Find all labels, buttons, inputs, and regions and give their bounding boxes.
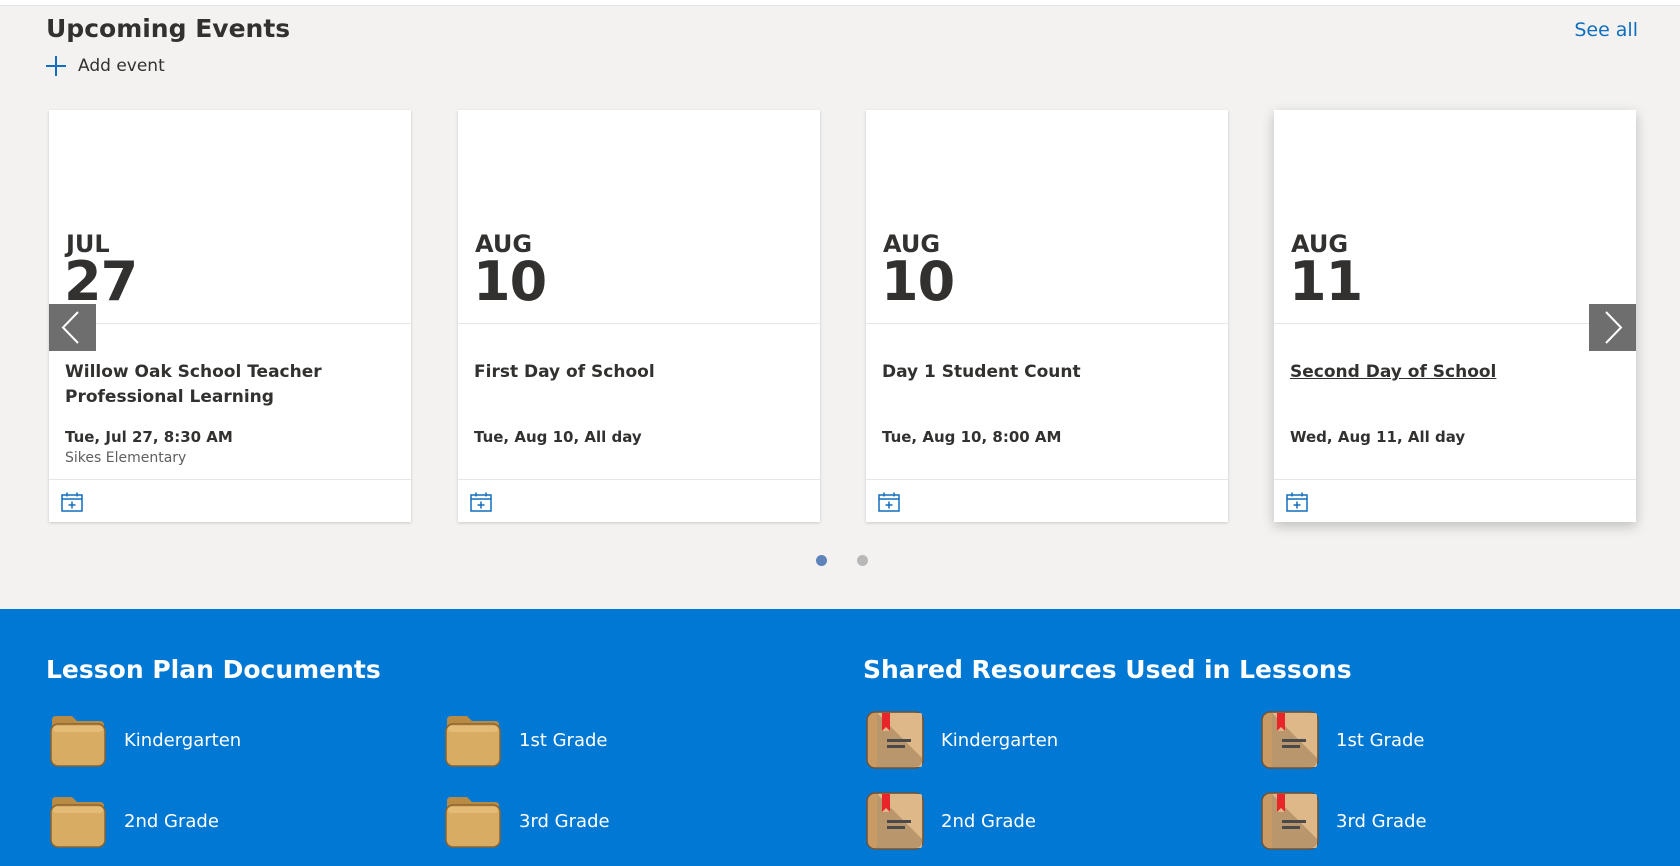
event-footer	[49, 480, 411, 522]
event-day: 11	[1289, 250, 1363, 313]
folder-tile[interactable]: 1st Grade	[443, 710, 608, 770]
lesson-docs-title: Lesson Plan Documents	[46, 655, 381, 684]
events-title: Upcoming Events	[46, 14, 291, 43]
event-card[interactable]: AUG 11 Second Day of School Wed, Aug 11,…	[1274, 110, 1636, 522]
carousel-pager	[0, 555, 1680, 569]
event-title[interactable]: Willow Oak School Teacher Professional L…	[65, 360, 394, 410]
carousel-next-button[interactable]	[1589, 304, 1636, 351]
folder-tile[interactable]: 3rd Grade	[443, 791, 610, 851]
event-time: Tue, Jul 27, 8:30 AM	[65, 428, 233, 446]
event-day: 10	[473, 250, 547, 313]
resource-tile[interactable]: 1st Grade	[1260, 710, 1425, 770]
plus-icon	[46, 56, 66, 76]
calendar-add-icon[interactable]	[61, 492, 83, 512]
event-footer	[1274, 480, 1636, 522]
resource-tile[interactable]: 3rd Grade	[1260, 791, 1427, 851]
event-time: Tue, Aug 10, 8:00 AM	[882, 428, 1062, 446]
folder-label: Kindergarten	[124, 729, 242, 751]
event-title[interactable]: First Day of School	[474, 360, 803, 385]
folder-icon	[50, 716, 106, 767]
event-card[interactable]: JUL 27 Willow Oak School Teacher Profess…	[49, 110, 411, 522]
event-footer	[866, 480, 1228, 522]
pager-dot-1[interactable]	[816, 555, 827, 566]
pager-dot-2[interactable]	[857, 555, 868, 566]
event-date: JUL 27	[49, 110, 411, 324]
chevron-right-icon	[1605, 311, 1623, 344]
folder-icon	[50, 797, 106, 848]
book-icon	[1261, 711, 1319, 769]
folder-icon	[445, 716, 501, 767]
folder-label: 2nd Grade	[124, 810, 219, 832]
see-all-link[interactable]: See all	[1574, 19, 1638, 41]
shared-resources-title: Shared Resources Used in Lessons	[863, 655, 1352, 684]
add-event-button[interactable]: Add event	[46, 56, 165, 76]
calendar-add-icon[interactable]	[878, 492, 900, 512]
event-title[interactable]: Day 1 Student Count	[882, 360, 1211, 385]
event-info: Willow Oak School Teacher Professional L…	[49, 324, 411, 480]
event-info: Second Day of School Wed, Aug 11, All da…	[1274, 324, 1636, 480]
chevron-left-icon	[61, 311, 79, 344]
folder-icon	[445, 797, 501, 848]
event-footer	[458, 480, 820, 522]
resource-label: 3rd Grade	[1336, 810, 1427, 832]
folder-label: 1st Grade	[519, 729, 608, 751]
folder-tile[interactable]: 2nd Grade	[48, 791, 219, 851]
event-info: Day 1 Student Count Tue, Aug 10, 8:00 AM	[866, 324, 1228, 480]
carousel-prev-button[interactable]	[49, 304, 96, 351]
resource-label: 2nd Grade	[941, 810, 1036, 832]
folder-label: 3rd Grade	[519, 810, 610, 832]
event-date: AUG 11	[1274, 110, 1636, 324]
book-icon	[866, 711, 924, 769]
book-icon	[866, 792, 924, 850]
resource-tile[interactable]: 2nd Grade	[865, 791, 1036, 851]
folder-tile[interactable]: Kindergarten	[48, 710, 241, 770]
resource-label: Kindergarten	[941, 729, 1059, 751]
event-card[interactable]: AUG 10 Day 1 Student Count Tue, Aug 10, …	[866, 110, 1228, 522]
resource-label: 1st Grade	[1336, 729, 1425, 751]
add-event-label: Add event	[78, 56, 165, 76]
resources-section: Lesson Plan Documents Shared Resources U…	[0, 609, 1680, 866]
calendar-add-icon[interactable]	[1286, 492, 1308, 512]
event-location: Sikes Elementary	[65, 450, 187, 466]
event-time: Wed, Aug 11, All day	[1290, 428, 1466, 446]
event-info: First Day of School Tue, Aug 10, All day	[458, 324, 820, 480]
event-date: AUG 10	[458, 110, 820, 324]
book-icon	[1261, 792, 1319, 850]
calendar-add-icon[interactable]	[470, 492, 492, 512]
event-date: AUG 10	[866, 110, 1228, 324]
event-day: 10	[881, 250, 955, 313]
resource-tile[interactable]: Kindergarten	[865, 710, 1058, 770]
event-time: Tue, Aug 10, All day	[474, 428, 642, 446]
event-card[interactable]: AUG 10 First Day of School Tue, Aug 10, …	[458, 110, 820, 522]
upcoming-events-section: Upcoming Events See all Add event JUL 27…	[0, 6, 1680, 609]
event-title[interactable]: Second Day of School	[1290, 360, 1619, 385]
